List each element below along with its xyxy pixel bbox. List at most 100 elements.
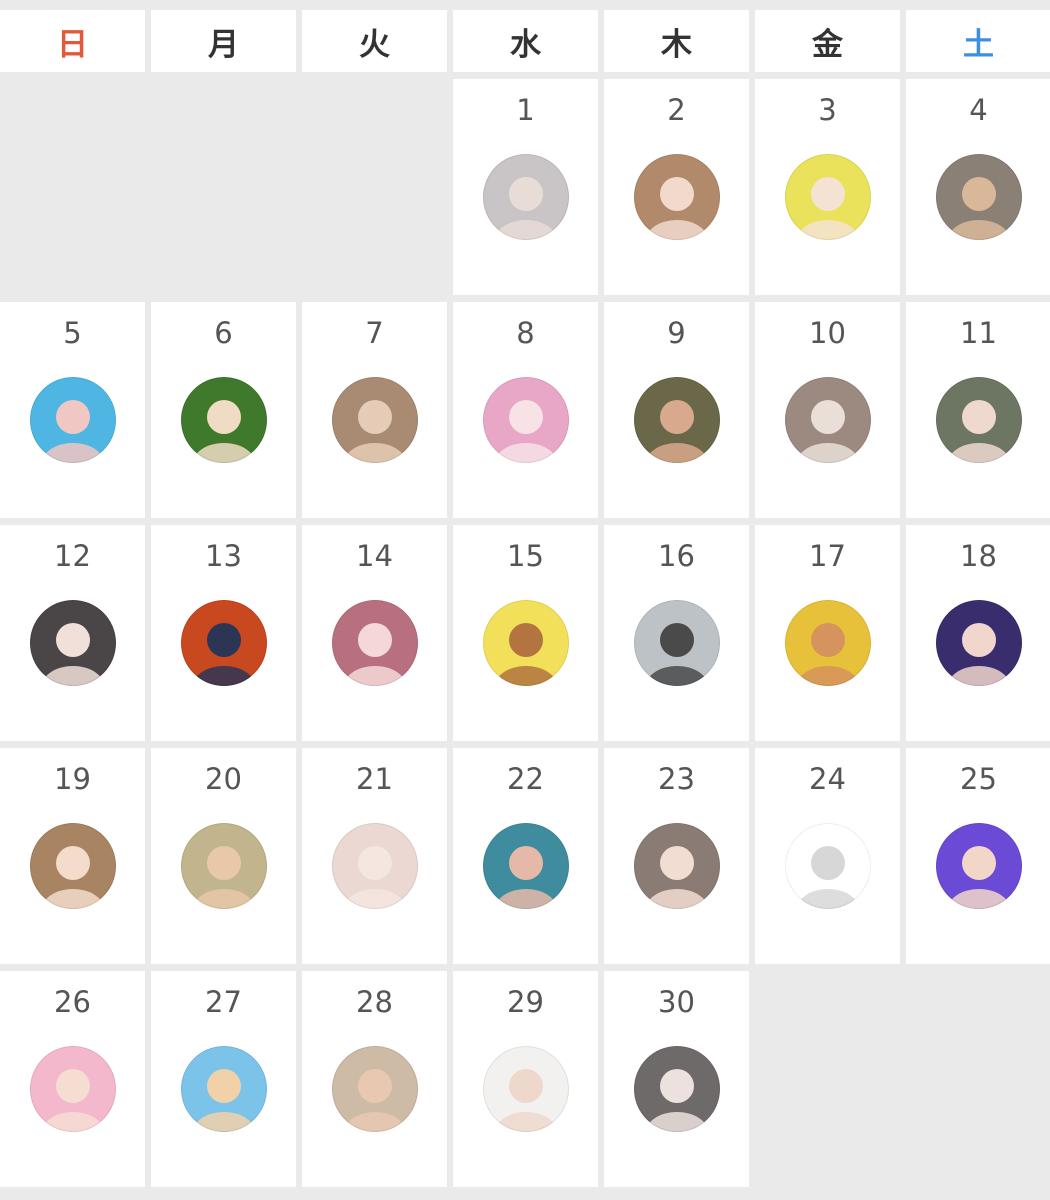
day-number: 15 bbox=[507, 539, 544, 573]
day-number: 26 bbox=[54, 985, 91, 1019]
day-number: 23 bbox=[658, 762, 695, 796]
profile-avatar-icon[interactable] bbox=[332, 1046, 418, 1132]
day-cell[interactable]: 22 bbox=[453, 748, 598, 964]
profile-avatar-icon[interactable] bbox=[483, 154, 569, 240]
day-number: 9 bbox=[667, 316, 686, 350]
profile-avatar-icon[interactable] bbox=[181, 600, 267, 686]
weekday-header: 金 bbox=[755, 10, 900, 72]
profile-avatar-icon[interactable] bbox=[30, 600, 116, 686]
weekday-header: 水 bbox=[453, 10, 598, 72]
weekday-header: 火 bbox=[302, 10, 447, 72]
profile-avatar-icon[interactable] bbox=[30, 377, 116, 463]
day-cell[interactable]: 2 bbox=[604, 79, 749, 295]
profile-avatar-icon[interactable] bbox=[181, 377, 267, 463]
profile-avatar-icon[interactable] bbox=[483, 600, 569, 686]
profile-avatar-icon[interactable] bbox=[181, 823, 267, 909]
day-number: 8 bbox=[516, 316, 535, 350]
profile-avatar-icon[interactable] bbox=[30, 1046, 116, 1132]
day-number: 29 bbox=[507, 985, 544, 1019]
profile-avatar-icon[interactable] bbox=[483, 377, 569, 463]
day-number: 18 bbox=[960, 539, 997, 573]
day-cell[interactable]: 11 bbox=[906, 302, 1050, 518]
profile-avatar-icon[interactable] bbox=[483, 823, 569, 909]
empty-day-cell bbox=[302, 79, 447, 295]
day-number: 5 bbox=[63, 316, 82, 350]
profile-avatar-icon[interactable] bbox=[332, 823, 418, 909]
weekday-header: 木 bbox=[604, 10, 749, 72]
profile-avatar-icon[interactable] bbox=[332, 377, 418, 463]
profile-avatar-icon[interactable] bbox=[785, 823, 871, 909]
day-number: 11 bbox=[960, 316, 997, 350]
profile-avatar-icon[interactable] bbox=[785, 377, 871, 463]
profile-avatar-icon[interactable] bbox=[936, 600, 1022, 686]
empty-day-cell bbox=[906, 971, 1050, 1187]
day-number: 12 bbox=[54, 539, 91, 573]
day-number: 6 bbox=[214, 316, 233, 350]
profile-avatar-icon[interactable] bbox=[483, 1046, 569, 1132]
weekday-header: 日 bbox=[0, 10, 145, 72]
day-cell[interactable]: 26 bbox=[0, 971, 145, 1187]
day-number: 13 bbox=[205, 539, 242, 573]
day-cell[interactable]: 16 bbox=[604, 525, 749, 741]
profile-avatar-icon[interactable] bbox=[634, 1046, 720, 1132]
day-cell[interactable]: 29 bbox=[453, 971, 598, 1187]
day-number: 30 bbox=[658, 985, 695, 1019]
day-cell[interactable]: 12 bbox=[0, 525, 145, 741]
day-cell[interactable]: 18 bbox=[906, 525, 1050, 741]
day-cell[interactable]: 21 bbox=[302, 748, 447, 964]
day-cell[interactable]: 25 bbox=[906, 748, 1050, 964]
day-number: 25 bbox=[960, 762, 997, 796]
day-number: 7 bbox=[365, 316, 384, 350]
day-cell[interactable]: 30 bbox=[604, 971, 749, 1187]
day-number: 14 bbox=[356, 539, 393, 573]
profile-avatar-icon[interactable] bbox=[785, 600, 871, 686]
profile-avatar-icon[interactable] bbox=[634, 154, 720, 240]
weekday-header: 月 bbox=[151, 10, 296, 72]
day-number: 21 bbox=[356, 762, 393, 796]
profile-avatar-icon[interactable] bbox=[181, 1046, 267, 1132]
day-cell[interactable]: 6 bbox=[151, 302, 296, 518]
day-cell[interactable]: 3 bbox=[755, 79, 900, 295]
profile-avatar-icon[interactable] bbox=[634, 377, 720, 463]
day-cell[interactable]: 27 bbox=[151, 971, 296, 1187]
day-number: 3 bbox=[818, 93, 837, 127]
day-number: 20 bbox=[205, 762, 242, 796]
day-number: 16 bbox=[658, 539, 695, 573]
day-number: 4 bbox=[969, 93, 988, 127]
profile-avatar-icon[interactable] bbox=[30, 823, 116, 909]
day-cell[interactable]: 23 bbox=[604, 748, 749, 964]
day-cell[interactable]: 14 bbox=[302, 525, 447, 741]
profile-avatar-icon[interactable] bbox=[785, 154, 871, 240]
profile-avatar-icon[interactable] bbox=[634, 600, 720, 686]
day-cell[interactable]: 9 bbox=[604, 302, 749, 518]
day-cell[interactable]: 1 bbox=[453, 79, 598, 295]
profile-avatar-icon[interactable] bbox=[936, 377, 1022, 463]
day-cell[interactable]: 10 bbox=[755, 302, 900, 518]
day-cell[interactable]: 15 bbox=[453, 525, 598, 741]
weekday-header: 土 bbox=[906, 10, 1050, 72]
day-cell[interactable]: 20 bbox=[151, 748, 296, 964]
day-number: 2 bbox=[667, 93, 686, 127]
day-cell[interactable]: 7 bbox=[302, 302, 447, 518]
profile-avatar-icon[interactable] bbox=[936, 823, 1022, 909]
day-number: 27 bbox=[205, 985, 242, 1019]
day-cell[interactable]: 24 bbox=[755, 748, 900, 964]
day-number: 10 bbox=[809, 316, 846, 350]
monthly-calendar: 日月火水木金土 1 2 3 4 5 6 7 8 9 10 11 12 13 14 15 16 17 18 19 20 21… bbox=[0, 0, 1050, 1200]
day-cell[interactable]: 13 bbox=[151, 525, 296, 741]
day-cell[interactable]: 5 bbox=[0, 302, 145, 518]
day-number: 17 bbox=[809, 539, 846, 573]
day-cell[interactable]: 19 bbox=[0, 748, 145, 964]
day-cell[interactable]: 4 bbox=[906, 79, 1050, 295]
profile-avatar-icon[interactable] bbox=[936, 154, 1022, 240]
day-number: 1 bbox=[516, 93, 535, 127]
day-cell[interactable]: 28 bbox=[302, 971, 447, 1187]
profile-avatar-icon[interactable] bbox=[332, 600, 418, 686]
day-number: 24 bbox=[809, 762, 846, 796]
day-cell[interactable]: 17 bbox=[755, 525, 900, 741]
day-number: 19 bbox=[54, 762, 91, 796]
empty-day-cell bbox=[151, 79, 296, 295]
profile-avatar-icon[interactable] bbox=[634, 823, 720, 909]
empty-day-cell bbox=[755, 971, 900, 1187]
day-cell[interactable]: 8 bbox=[453, 302, 598, 518]
